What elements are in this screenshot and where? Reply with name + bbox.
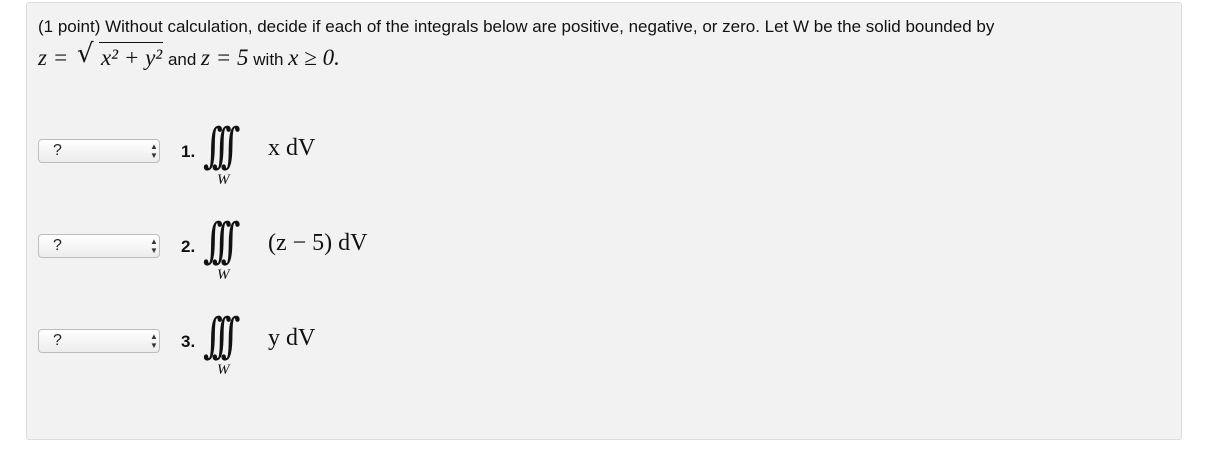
select-value: ? — [53, 332, 62, 349]
integrand: y dV — [268, 325, 316, 351]
select-arrows-icon: ▲ ▼ — [150, 237, 158, 255]
word-with: with — [253, 50, 284, 69]
select-value: ? — [53, 142, 62, 159]
math-eq2: z = 5 — [201, 45, 249, 70]
triple-integral-sign-icon: ∫∫∫ — [203, 308, 241, 364]
triple-integral: ∫∫∫ W y dV — [203, 305, 523, 383]
integral-domain: W — [217, 362, 230, 378]
answer-select-3[interactable]: ? ▲ ▼ — [38, 329, 160, 353]
triple-integral-sign-icon: ∫∫∫ — [203, 118, 241, 174]
triple-integral-sign-icon: ∫∫∫ — [203, 213, 241, 269]
select-value: ? — [53, 237, 62, 254]
problem-statement: (1 point) Without calculation, decide if… — [38, 17, 995, 36]
item-number: 2. — [181, 237, 196, 256]
radicand: x² + y² — [98, 42, 164, 71]
item-number: 3. — [181, 332, 196, 351]
math-eq1-lhs: z = — [38, 45, 69, 70]
select-arrows-icon: ▲ ▼ — [150, 332, 158, 350]
answer-select-2[interactable]: ? ▲ ▼ — [38, 234, 160, 258]
answer-select-1[interactable]: ? ▲ ▼ — [38, 139, 160, 163]
triple-integral: ∫∫∫ W x dV — [203, 115, 523, 193]
word-and: and — [167, 50, 197, 69]
sqrt-expression: √ x² + y² — [76, 39, 164, 71]
item-number: 1. — [181, 142, 196, 161]
integrand: x dV — [268, 135, 316, 161]
radical-sign-icon: √ — [76, 39, 94, 69]
triple-integral: ∫∫∫ W (z − 5) dV — [203, 210, 523, 288]
integral-domain: W — [217, 267, 230, 283]
integral-domain: W — [217, 172, 230, 188]
math-condition: x ≥ 0. — [288, 45, 340, 70]
select-arrows-icon: ▲ ▼ — [150, 142, 158, 160]
region-definition: z = √ x² + y² and z = 5 with x ≥ 0. — [38, 39, 340, 76]
integrand: (z − 5) dV — [268, 230, 368, 256]
